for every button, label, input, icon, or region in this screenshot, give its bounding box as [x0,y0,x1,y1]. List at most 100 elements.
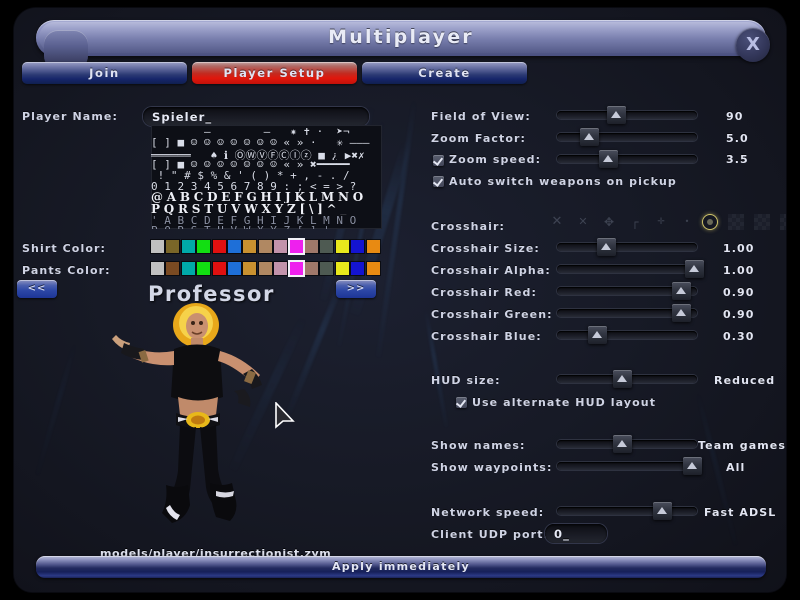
crosshair-dot-ring-icon[interactable]: ✥ [601,214,617,230]
pants-color-swatch[interactable] [181,262,195,275]
pants-color-swatch[interactable] [366,262,380,275]
hud-size-label: HUD size: [431,374,501,387]
alternate-hud-layout-checkbox[interactable] [456,397,467,408]
zoom-factor-label: Zoom Factor: [431,132,527,145]
crosshair-x-thin-icon[interactable]: ✕ [575,214,591,230]
pants-color-swatch[interactable] [243,262,257,275]
shirt-color-swatch[interactable] [366,240,380,253]
slider-track [557,265,697,273]
shirt-color-swatch[interactable] [274,240,288,253]
show-waypoints-slider[interactable] [557,457,702,475]
alternate-hud-layout-label: Use alternate HUD layout [472,396,657,409]
pants-color-swatch[interactable] [320,262,334,275]
apply-immediately-button[interactable]: Apply immediately [36,556,766,578]
shirt-color-swatch[interactable] [320,240,334,253]
crosshair-blue-slider[interactable] [557,326,697,344]
crosshair-x-icon[interactable]: ✕ [549,214,565,230]
auto-switch-weapons-label: Auto switch weapons on pickup [449,175,677,188]
slider-handle[interactable] [580,128,599,146]
slider-track [557,155,697,163]
next-model-button[interactable]: >> [336,280,376,298]
zoom-speed-slider[interactable] [557,150,697,168]
player-name-value: Spieler_ [152,110,213,124]
shirt-color-swatch[interactable] [305,240,318,253]
pants-color-swatch[interactable] [305,262,318,275]
shirt-color-label: Shirt Color: [22,242,107,255]
slider-handle[interactable] [613,370,632,388]
shirt-color-swatch[interactable] [243,240,257,253]
crosshair-alpha-label: Crosshair Alpha: [431,264,551,277]
pants-color-swatch[interactable] [228,262,241,275]
zoom-factor-value: 5.0 [726,132,749,145]
slider-handle[interactable] [685,260,704,278]
shirt-color-swatch[interactable] [351,240,365,253]
slider-handle[interactable] [672,304,691,322]
pants-color-swatch[interactable] [335,262,349,275]
crosshair-block-2-icon[interactable] [754,214,770,230]
slider-handle[interactable] [672,282,691,300]
previous-model-button[interactable]: << [17,280,57,298]
zoom-speed-checkbox[interactable] [433,155,444,166]
field-of-view-label: Field of View: [431,110,531,123]
show-names-slider[interactable] [557,435,697,453]
crosshair-green-label: Crosshair Green: [431,308,553,321]
crosshair-alpha-slider[interactable] [557,260,704,278]
crosshair-red-slider[interactable] [557,282,697,300]
character-map-grid[interactable]: — — ✷ ✝ · ➤¬ ■ - ◂✲✸ [ ] ■ ☺ ☺ ☺ ☺ ☺ ☺ ☺… [151,125,382,229]
crosshair-small-cross-icon[interactable]: ✛ [653,214,669,230]
show-names-value: Team games [698,439,786,452]
zoom-factor-slider[interactable] [557,128,697,146]
charmap-row: P Q R S T U V W X Y Z [ ] | · ◄ [151,224,382,229]
hud-size-value: Reduced [714,374,776,387]
close-icon[interactable]: X [736,28,770,62]
shirt-color-swatch[interactable] [335,240,349,253]
slider-handle[interactable] [599,150,618,168]
pants-color-swatch[interactable] [212,262,226,275]
tab-create[interactable]: Create [362,62,527,84]
shirt-color-swatch[interactable] [289,240,303,253]
slider-handle[interactable] [613,435,632,453]
game-menu-screen: Multiplayer X Join Player Setup Create P… [0,0,800,600]
shirt-color-swatch[interactable] [258,240,272,253]
pants-color-swatch[interactable] [274,262,288,275]
player-name-input[interactable]: Spieler_ [143,107,369,126]
crosshair-size-slider[interactable] [557,238,697,256]
client-udp-port-label: Client UDP port: [431,528,550,541]
pants-color-swatch[interactable] [166,262,180,275]
crosshair-ring-icon[interactable] [702,214,718,230]
crosshair-block-1-icon[interactable] [728,214,744,230]
tab-join[interactable]: Join [22,62,187,84]
field-of-view-slider[interactable] [557,106,697,124]
crosshair-green-slider[interactable] [557,304,697,322]
network-speed-slider[interactable] [557,502,697,520]
pants-color-swatch[interactable] [289,262,303,275]
auto-switch-weapons-checkbox[interactable] [433,176,444,187]
tab-player-setup[interactable]: Player Setup [192,62,357,84]
shirt-color-swatch[interactable] [151,240,164,253]
pants-color-swatch[interactable] [351,262,365,275]
shirt-color-swatch[interactable] [166,240,180,253]
pants-color-swatch[interactable] [197,262,211,275]
window-titlebar: Multiplayer X [36,20,770,70]
client-udp-port-input[interactable]: 0_ [545,524,607,543]
slider-handle[interactable] [683,457,702,475]
slider-handle[interactable] [597,238,616,256]
slider-handle[interactable] [653,502,672,520]
slider-handle[interactable] [607,106,626,124]
shirt-color-swatch[interactable] [181,240,195,253]
crosshair-size-label: Crosshair Size: [431,242,540,255]
crosshair-corner-icon[interactable]: ┌ [627,214,643,230]
shirt-color-swatch[interactable] [228,240,241,253]
slider-handle[interactable] [588,326,607,344]
pants-color-swatch[interactable] [258,262,272,275]
crosshair-dot-icon[interactable]: • [679,214,695,230]
slider-track [557,111,697,119]
shirt-color-swatch[interactable] [212,240,226,253]
network-speed-value: Fast ADSL [704,506,777,519]
crosshair-block-3-icon[interactable] [780,214,786,230]
pants-color-swatch[interactable] [151,262,164,275]
pants-color-label: Pants Color: [22,264,111,277]
crosshair-red-label: Crosshair Red: [431,286,538,299]
hud-size-slider[interactable] [557,370,697,388]
shirt-color-swatch[interactable] [197,240,211,253]
